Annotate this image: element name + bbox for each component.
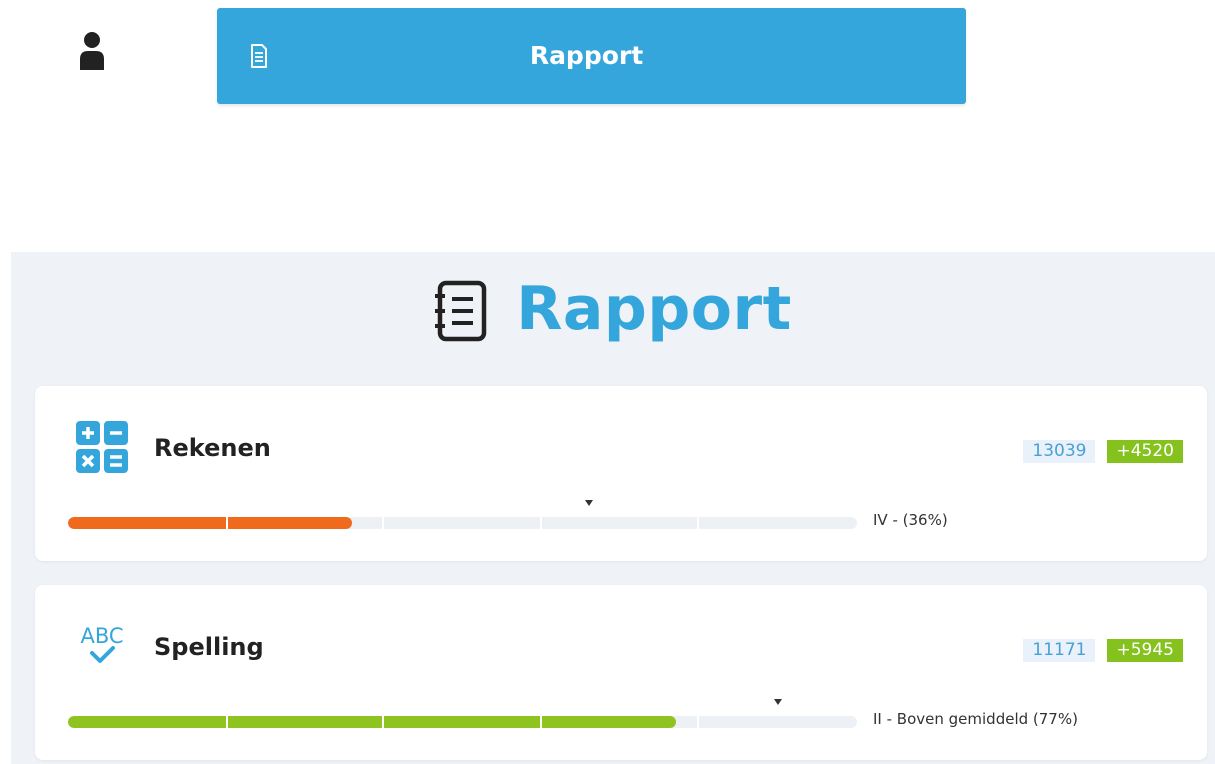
track-divider xyxy=(697,716,699,728)
track-divider xyxy=(697,517,699,529)
report-panel: Rapport Rekenen 13039 +4520 IV - (36%) A… xyxy=(11,252,1215,764)
track-divider xyxy=(226,517,228,529)
svg-text:ABC: ABC xyxy=(80,624,123,648)
score-badge: 11171 xyxy=(1023,639,1096,662)
page-title: Rapport xyxy=(516,274,792,344)
progress-fill xyxy=(68,716,676,728)
track-divider xyxy=(382,517,384,529)
calculator-icon xyxy=(76,421,128,473)
gain-badge: +5945 xyxy=(1107,639,1183,662)
level-marker xyxy=(584,500,593,506)
rapport-button[interactable]: Rapport xyxy=(217,8,966,104)
track-divider xyxy=(540,716,542,728)
report-header: Rapport xyxy=(11,274,1215,346)
subject-name: Spelling xyxy=(154,633,264,661)
track-divider xyxy=(540,517,542,529)
abc-check-icon: ABC xyxy=(80,624,124,663)
track-divider xyxy=(382,716,384,728)
progress-fill xyxy=(68,517,353,529)
user-icon[interactable] xyxy=(78,30,106,70)
subject-card-spelling[interactable]: ABC Spelling 11171 +5945 II - Boven gemi… xyxy=(35,585,1207,760)
score-badges: 11171 +5945 xyxy=(1023,639,1183,662)
score-badge: 13039 xyxy=(1023,440,1096,463)
notebook-icon xyxy=(435,280,487,342)
rapport-button-label: Rapport xyxy=(529,41,644,70)
progress-track xyxy=(68,716,857,728)
level-marker xyxy=(774,699,783,705)
level-text: IV - (36%) xyxy=(873,511,948,529)
progress-track xyxy=(68,517,857,529)
level-text: II - Boven gemiddeld (77%) xyxy=(873,710,1078,728)
subject-card-rekenen[interactable]: Rekenen 13039 +4520 IV - (36%) xyxy=(35,386,1207,561)
subject-name: Rekenen xyxy=(154,434,271,462)
gain-badge: +4520 xyxy=(1107,440,1183,463)
track-divider xyxy=(226,716,228,728)
score-badges: 13039 +4520 xyxy=(1023,440,1183,463)
